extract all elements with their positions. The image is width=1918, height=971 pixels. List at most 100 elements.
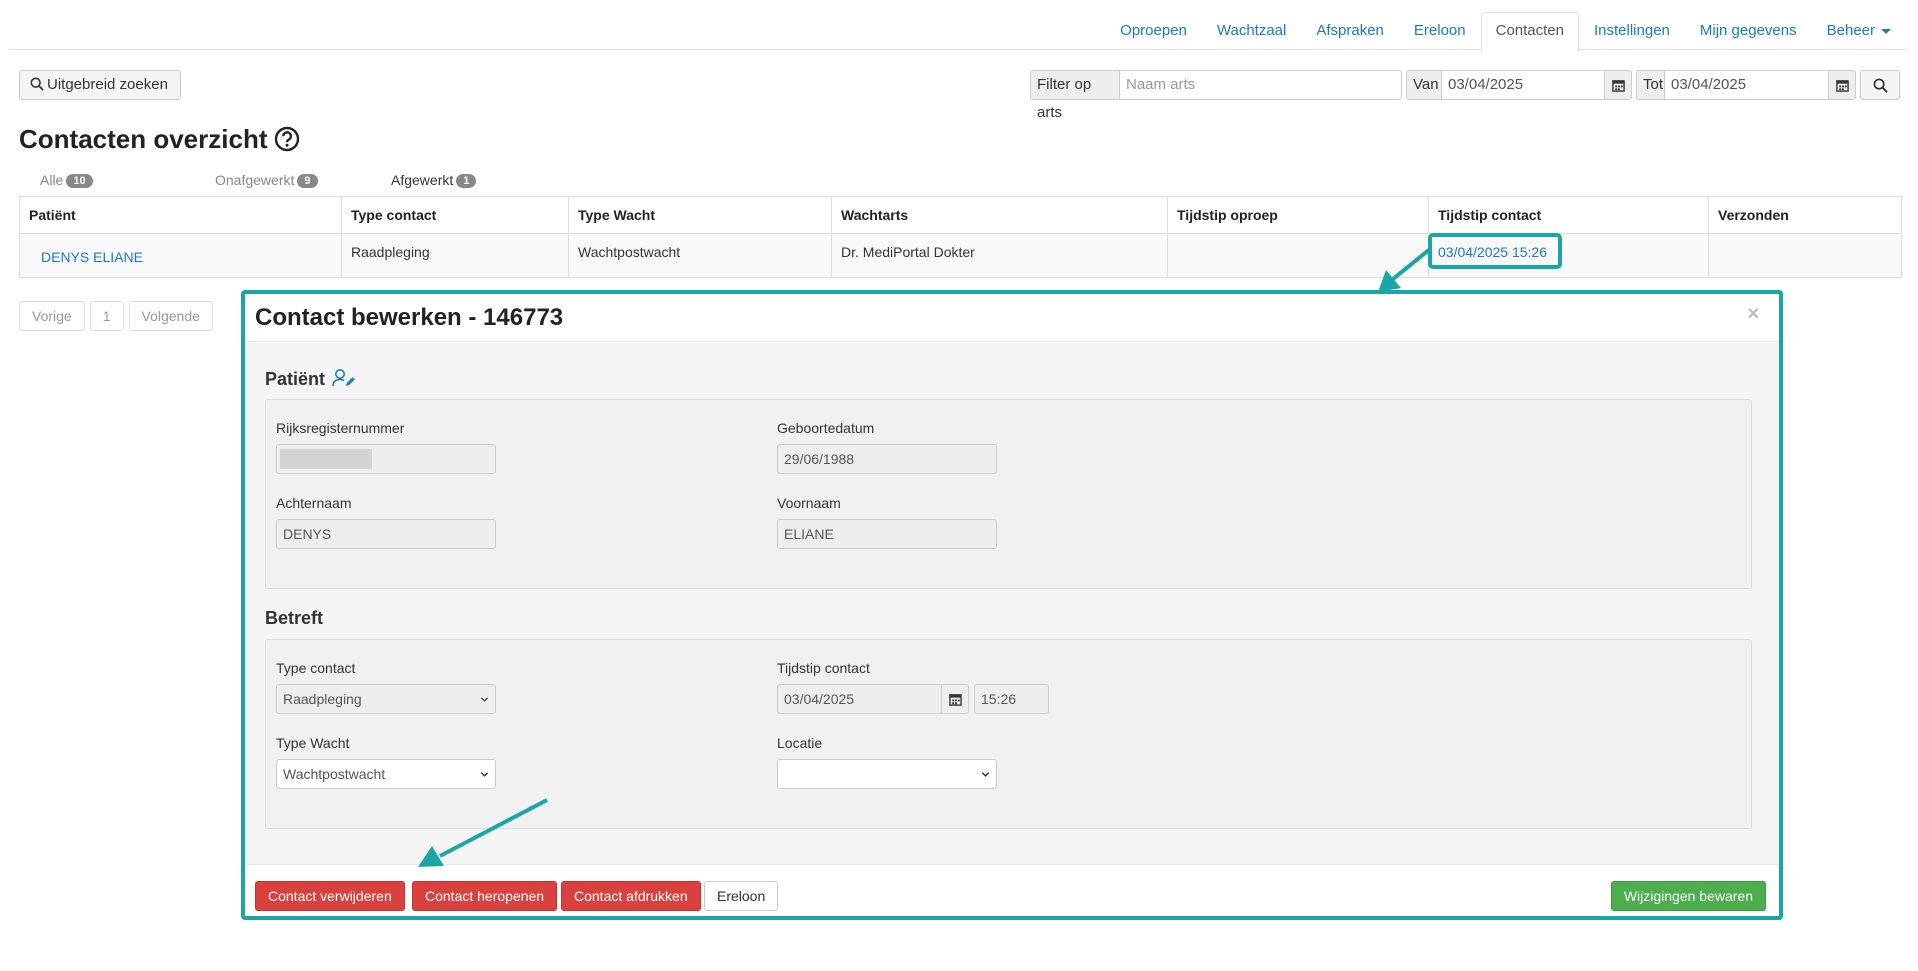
calendar-icon xyxy=(1611,79,1625,92)
save-changes-button[interactable]: Wijzigingen bewaren xyxy=(1610,881,1766,911)
to-calendar-button[interactable] xyxy=(1828,70,1856,100)
search-icon xyxy=(30,77,44,91)
modal-title: Contact bewerken - 146773 xyxy=(255,304,564,331)
tab-beheer-label: Beheer xyxy=(1826,22,1875,39)
voornaam-label: Voornaam xyxy=(777,495,841,511)
cell-wachtarts: Dr. MediPortal Dokter xyxy=(831,233,1168,278)
tab-instellingen[interactable]: Instellingen xyxy=(1579,12,1685,50)
page-number-button[interactable]: 1 xyxy=(89,301,124,331)
highlight-box xyxy=(1428,233,1562,269)
filter-tab-label: Onafgewerkt xyxy=(215,172,295,188)
count-badge: 1 xyxy=(456,174,477,188)
modal-body: Patiënt Rijksregisternummer Geboortedatu… xyxy=(245,343,1779,864)
table-row[interactable]: DENYS ELIANE Raadpleging Wachtpostwacht … xyxy=(19,233,1902,278)
tab-wachtzaal[interactable]: Wachtzaal xyxy=(1202,12,1301,50)
type-contact-select[interactable]: Raadpleging xyxy=(276,684,496,714)
patient-link[interactable]: DENYS ELIANE xyxy=(41,249,143,265)
tab-mijn-gegevens[interactable]: Mijn gegevens xyxy=(1685,12,1812,50)
help-icon[interactable] xyxy=(274,126,300,152)
filter-tab-label: Afgewerkt xyxy=(391,172,454,188)
header-patient[interactable]: Patiënt xyxy=(19,196,342,234)
filter-tab-alle[interactable]: Alle 10 xyxy=(40,172,93,188)
from-calendar-button[interactable] xyxy=(1604,70,1632,100)
header-wachtarts[interactable]: Wachtarts xyxy=(831,196,1168,234)
caret-down-icon xyxy=(1881,28,1891,34)
filter-doctor-label: Filter op arts xyxy=(1030,70,1120,121)
patient-section-label: Patiënt xyxy=(265,369,326,389)
type-contact-value: Raadpleging xyxy=(283,691,362,707)
top-navigation: Oproepen Wachtzaal Afspraken Ereloon Con… xyxy=(9,12,1906,51)
from-label: Van xyxy=(1406,70,1442,100)
cell-patient: DENYS ELIANE xyxy=(19,233,342,278)
type-wacht-value: Wachtpostwacht xyxy=(283,766,386,782)
advanced-search-button[interactable]: Uitgebreid zoeken xyxy=(19,70,181,100)
header-tijdstip-contact[interactable]: Tijdstip contact xyxy=(1428,196,1709,234)
count-badge: 10 xyxy=(66,174,93,188)
filter-tab-label: Alle xyxy=(40,172,64,188)
patient-section-title: Patiënt xyxy=(265,368,356,390)
contacts-table: Patiënt Type contact Type Wacht Wachtart… xyxy=(19,196,1902,278)
betreft-well: Type contact Raadpleging Tijdstip contac… xyxy=(265,639,1752,829)
tijdstip-contact-label: Tijdstip contact xyxy=(777,660,870,676)
advanced-search-label: Uitgebreid zoeken xyxy=(47,76,168,93)
header-type-contact[interactable]: Type contact xyxy=(341,196,569,234)
header-verzonden[interactable]: Verzonden xyxy=(1708,196,1902,234)
from-date-input[interactable]: 03/04/2025 xyxy=(1441,70,1605,100)
chevron-down-icon xyxy=(981,772,990,777)
rijksregister-input xyxy=(276,444,496,474)
locatie-select[interactable] xyxy=(777,759,997,789)
calendar-icon xyxy=(948,693,962,706)
print-contact-button[interactable]: Contact afdrukken xyxy=(561,881,701,911)
edit-patient-icon[interactable] xyxy=(332,368,356,388)
delete-contact-button[interactable]: Contact verwijderen xyxy=(255,881,405,911)
redacted-value xyxy=(280,449,372,469)
next-page-button[interactable]: Volgende xyxy=(128,301,213,331)
header-tijdstip-oproep[interactable]: Tijdstip oproep xyxy=(1167,196,1429,234)
close-icon[interactable]: × xyxy=(1747,303,1759,326)
prev-page-button[interactable]: Vorige xyxy=(19,301,85,331)
tab-oproepen[interactable]: Oproepen xyxy=(1105,12,1202,50)
type-wacht-label: Type Wacht xyxy=(276,735,350,751)
reopen-contact-button[interactable]: Contact heropenen xyxy=(412,881,558,911)
tijdstip-date-input[interactable]: 03/04/2025 xyxy=(777,684,942,714)
tab-afspraken[interactable]: Afspraken xyxy=(1301,12,1399,50)
pagination: Vorige 1 Volgende xyxy=(19,301,218,331)
patient-well: Rijksregisternummer Geboortedatum 29/06/… xyxy=(265,399,1752,589)
tab-beheer[interactable]: Beheer xyxy=(1812,12,1906,50)
tijdstip-calendar-button[interactable] xyxy=(941,684,969,714)
geboortedatum-label: Geboortedatum xyxy=(777,420,875,436)
tab-ereloon[interactable]: Ereloon xyxy=(1399,12,1481,50)
chevron-down-icon xyxy=(480,697,489,702)
edit-contact-modal: Contact bewerken - 146773 × Patiënt Rijk… xyxy=(241,290,1783,920)
fee-button[interactable]: Ereloon xyxy=(704,881,779,911)
table-header-row: Patiënt Type contact Type Wacht Wachtart… xyxy=(19,196,1902,234)
rijksregister-label: Rijksregisternummer xyxy=(276,420,405,436)
modal-header: Contact bewerken - 146773 × xyxy=(245,294,1779,342)
cell-type-contact: Raadpleging xyxy=(341,233,569,278)
header-type-wacht[interactable]: Type Wacht xyxy=(568,196,832,234)
filter-tab-onafgewerkt[interactable]: Onafgewerkt 9 xyxy=(215,172,318,188)
page-title-text: Contacten overzicht xyxy=(19,124,268,154)
filter-tab-afgewerkt[interactable]: Afgewerkt 1 xyxy=(391,172,477,188)
cell-type-wacht: Wachtpostwacht xyxy=(568,233,832,278)
tab-contacten[interactable]: Contacten xyxy=(1480,12,1579,51)
search-button[interactable] xyxy=(1860,70,1900,100)
search-icon xyxy=(1873,78,1888,93)
calendar-icon xyxy=(1835,79,1849,92)
to-label: Tot xyxy=(1636,70,1665,100)
geboortedatum-input: 29/06/1988 xyxy=(777,444,997,474)
locatie-label: Locatie xyxy=(777,735,823,751)
count-badge: 9 xyxy=(297,174,318,188)
voornaam-input: ELIANE xyxy=(777,519,997,549)
type-wacht-select[interactable]: Wachtpostwacht xyxy=(276,759,496,789)
achternaam-label: Achternaam xyxy=(276,495,352,511)
cell-verzonden xyxy=(1708,233,1902,278)
nav-tabs: Oproepen Wachtzaal Afspraken Ereloon Con… xyxy=(1105,12,1906,51)
betreft-section-title: Betreft xyxy=(265,608,324,628)
tijdstip-time-input[interactable]: 15:26 xyxy=(974,684,1049,714)
cell-tijdstip-oproep xyxy=(1167,233,1429,278)
doctor-name-input[interactable]: Naam arts xyxy=(1119,70,1402,100)
achternaam-input: DENYS xyxy=(276,519,496,549)
to-date-input[interactable]: 03/04/2025 xyxy=(1664,70,1829,100)
chevron-down-icon xyxy=(480,772,489,777)
